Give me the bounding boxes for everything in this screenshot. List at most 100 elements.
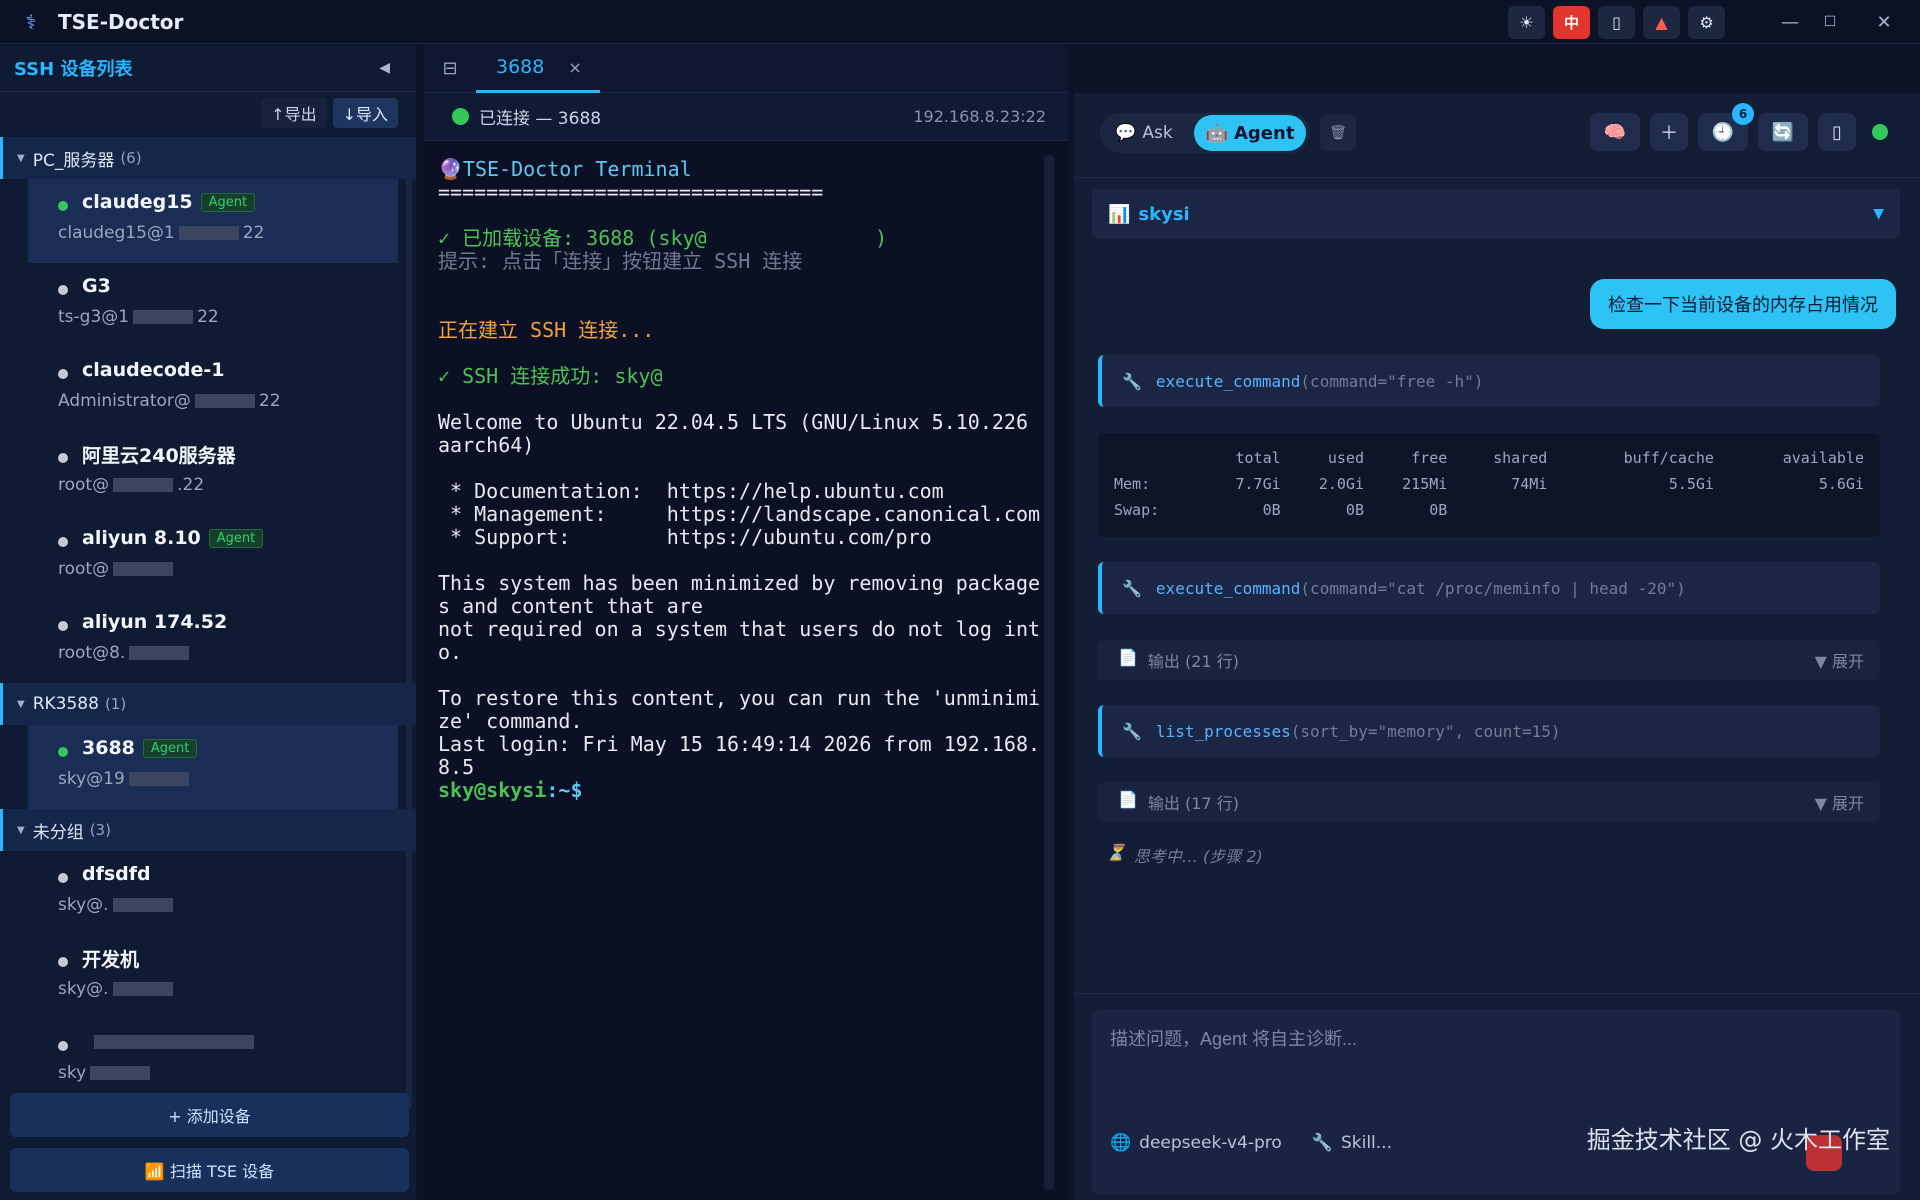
trash-icon[interactable]: 🗑 <box>1320 115 1356 151</box>
device-item[interactable]: claudeg15 Agent claudeg15@1 22 <box>28 179 398 263</box>
device-item[interactable]: aliyun 8.10 Agent root@ <box>28 515 398 599</box>
close-button[interactable]: ✕ <box>1858 0 1910 44</box>
sidebar: SSH 设备列表 ◀ ↑导出 ↓导入 ▼ PC_服务器 (6) claudeg15 Ag… <box>0 45 416 1200</box>
agent-online-indicator <box>1872 124 1888 140</box>
refresh-icon: 🔄 <box>1771 121 1795 143</box>
terminal-scrollbar[interactable] <box>1044 155 1054 1190</box>
expand-toggle[interactable]: ▼ 展开 <box>1815 790 1864 814</box>
device-item[interactable]: sky <box>28 1019 398 1103</box>
tool-call-args: (command="cat /proc/meminfo | head -20") <box>1300 578 1686 598</box>
terminal-line: Welcome to Ubuntu 22.04.5 LTS (GNU/Linux… <box>438 410 1029 434</box>
history-button[interactable]: 🕘 6 <box>1698 103 1754 151</box>
table-cell: Mem: <box>1114 475 1151 493</box>
device-address: sky@. <box>58 979 109 999</box>
device-item[interactable]: 阿里云240服务器 root@ .22 <box>28 431 398 515</box>
table-header: shared <box>1493 449 1548 467</box>
group-name: 未分组 <box>32 822 84 843</box>
device-group[interactable]: ▼ PC_服务器 (6) <box>0 137 416 179</box>
stethoscope-icon: ⚕ <box>25 9 37 34</box>
device-item[interactable]: 3688 Agent sky@19 <box>28 725 398 809</box>
tab-3688[interactable]: 3688 × <box>476 45 600 93</box>
output-collapsed[interactable]: 📄 输出 (17 行) ▼ 展开 <box>1098 782 1880 822</box>
terminal-prompt[interactable]: sky@skysi:~$ <box>438 776 1044 804</box>
new-chat-button[interactable]: ＋ <box>1650 113 1688 151</box>
terminal-output[interactable]: 🔮TSE-Doctor Terminal ====================… <box>424 143 1044 1193</box>
phone-icon: ▯ <box>1832 121 1842 143</box>
device-item[interactable]: aliyun 174.52 root@8. <box>28 599 398 683</box>
thinking-status: ⏳ 思考中… (步骤 2) <box>1106 843 1263 867</box>
table-header: free <box>1411 449 1448 467</box>
split-view-icon[interactable]: ⊟ <box>424 45 476 93</box>
output-collapsed[interactable]: 📄 输出 (21 行) ▼ 展开 <box>1098 640 1880 680</box>
history-count-badge: 6 <box>1732 103 1754 125</box>
device-name: 阿里云240服务器 <box>82 444 236 467</box>
device-selector[interactable]: 📊 skysi ▼ <box>1092 189 1900 239</box>
terminal-line: ================================ <box>438 180 824 204</box>
agent-input[interactable] <box>1092 1009 1900 1119</box>
language-button[interactable]: 中 <box>1553 6 1590 39</box>
device-item[interactable]: 开发机 sky@. <box>28 935 398 1019</box>
redacted-block <box>113 562 174 576</box>
caret-down-icon: ▼ <box>17 152 25 164</box>
redacted-block <box>128 772 189 786</box>
memory-button[interactable]: 🧠 <box>1590 113 1640 151</box>
device-address: Administrator@ <box>58 391 191 411</box>
terminal-line: 8.5 <box>438 755 475 779</box>
tool-call[interactable]: 🔧 execute_command (command="cat /proc/me… <box>1098 562 1880 614</box>
tab-close-icon[interactable]: × <box>568 58 581 77</box>
device-item[interactable]: G3 ts-g3@1 22 <box>28 263 398 347</box>
settings-button[interactable]: ⚙ <box>1688 6 1725 39</box>
tool-call[interactable]: 🔧 execute_command (command="free -h") <box>1098 355 1880 407</box>
terminal-line: 🔮TSE-Doctor Terminal <box>438 157 692 181</box>
device-group[interactable]: ▼ 未分组 (3) <box>0 809 416 851</box>
collapse-icon[interactable]: ◀ <box>379 60 390 76</box>
tool-call-fn: execute_command <box>1155 578 1301 598</box>
skill-selector[interactable]: 🔧 Skill... <box>1312 1133 1392 1153</box>
device-item[interactable]: dfsdfd sky@. <box>28 851 398 935</box>
redacted-block <box>112 898 173 912</box>
redacted-block <box>133 310 194 324</box>
maximize-button[interactable]: ☐ <box>1804 0 1856 44</box>
status-dot <box>58 201 68 211</box>
app-title: TSE-Doctor <box>58 9 184 34</box>
wrench-icon: 🔧 <box>1122 578 1142 598</box>
sidebar-scrollbar[interactable] <box>406 137 412 1109</box>
document-icon: 📄 <box>1118 790 1138 809</box>
globe-icon: 🌐 <box>1110 1133 1132 1153</box>
scan-device-button[interactable]: 📶 扫描 TSE 设备 <box>10 1148 409 1192</box>
status-dot <box>58 957 68 967</box>
table-cell: 0B <box>1262 501 1281 519</box>
device-address: claudeg15@1 <box>58 223 175 243</box>
device-group[interactable]: ▼ RK3588 (1) <box>0 683 416 725</box>
wrench-icon: 🔧 <box>1122 721 1142 741</box>
terminal-line: ✓ 已加载设备: 3688 (sky@ ) <box>438 226 888 250</box>
expand-toggle[interactable]: ▼ 展开 <box>1815 648 1864 672</box>
terminal-line: To restore this content, you can run the… <box>438 686 1041 710</box>
import-button[interactable]: ↓导入 <box>332 98 398 128</box>
tool-call[interactable]: 🔧 list_processes (sort_by="memory", coun… <box>1098 705 1880 757</box>
export-button[interactable]: ↑导出 <box>261 98 327 128</box>
device-name: aliyun 174.52 <box>82 611 228 633</box>
redacted-block <box>90 1066 151 1080</box>
model-selector[interactable]: 🌐 deepseek-v4-pro <box>1110 1133 1282 1153</box>
refresh-button[interactable]: 🔄 <box>1758 113 1808 151</box>
status-dot <box>58 873 68 883</box>
alert-button[interactable]: ▲ <box>1643 6 1680 39</box>
theme-toggle-button[interactable]: ☀ <box>1508 6 1545 39</box>
mode-agent-button[interactable]: 🤖 Agent <box>1194 115 1306 151</box>
tool-call-fn: list_processes <box>1155 721 1291 741</box>
device-address: sky@. <box>58 895 109 915</box>
terminal-line: * Management: https://landscape.canonica… <box>438 502 1041 526</box>
add-device-button[interactable]: + 添加设备 <box>10 1093 409 1137</box>
device-name: 3688 <box>82 737 135 759</box>
device-panel-button[interactable]: ▯ <box>1818 113 1856 151</box>
terminal-line: ✓ SSH 连接成功: sky@ <box>438 364 663 388</box>
agent-badge: Agent <box>142 738 198 758</box>
agent-badge: Agent <box>208 528 264 548</box>
device-item[interactable]: claudecode-1 Administrator@ 22 <box>28 347 398 431</box>
mode-ask-button[interactable]: 💬 Ask <box>1104 115 1184 151</box>
device-name: G3 <box>82 275 111 297</box>
device-button[interactable]: ▯ <box>1598 6 1635 39</box>
